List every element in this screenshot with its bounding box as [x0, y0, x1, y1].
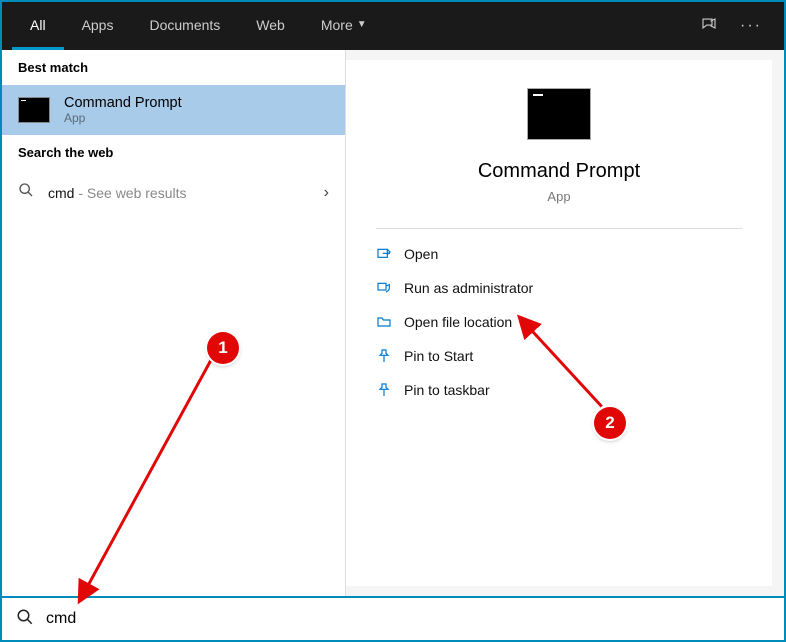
preview-title: Command Prompt — [478, 160, 640, 183]
search-web-header: Search the web — [2, 135, 345, 170]
action-label: Open file location — [404, 314, 512, 330]
cmd-prompt-icon — [527, 88, 591, 140]
search-icon — [18, 182, 36, 203]
options-icon[interactable]: ··· — [740, 17, 762, 35]
tab-documents[interactable]: Documents — [131, 2, 238, 50]
search-input[interactable] — [46, 610, 770, 628]
action-label: Open — [404, 246, 438, 262]
chevron-right-icon: › — [324, 184, 329, 202]
action-pin-to-start[interactable]: Pin to Start — [376, 339, 742, 373]
preview-subtitle: App — [547, 189, 570, 204]
preview-pane: Command Prompt App Open Run as administr… — [346, 60, 772, 586]
top-tab-bar: All Apps Documents Web More▼ ··· — [2, 2, 784, 50]
action-run-as-administrator[interactable]: Run as administrator — [376, 271, 742, 305]
web-result-row[interactable]: cmd - See web results › — [2, 170, 345, 215]
web-result-text: cmd - See web results — [48, 185, 324, 201]
pin-icon — [376, 382, 404, 398]
tab-more[interactable]: More▼ — [303, 2, 385, 50]
feedback-icon[interactable] — [700, 16, 718, 37]
pin-icon — [376, 348, 404, 364]
best-match-subtitle: App — [64, 111, 182, 125]
action-label: Run as administrator — [404, 280, 533, 296]
cmd-prompt-icon — [18, 97, 50, 123]
search-icon — [16, 608, 34, 631]
action-open[interactable]: Open — [376, 237, 742, 271]
action-list: Open Run as administrator Open file loca… — [376, 237, 742, 407]
best-match-result[interactable]: Command Prompt App — [2, 85, 345, 135]
results-pane: Best match Command Prompt App Search the… — [2, 50, 346, 596]
chevron-down-icon: ▼ — [357, 19, 367, 30]
action-pin-to-taskbar[interactable]: Pin to taskbar — [376, 373, 742, 407]
tab-apps[interactable]: Apps — [64, 2, 132, 50]
folder-icon — [376, 314, 404, 330]
action-label: Pin to taskbar — [404, 382, 490, 398]
tab-strip: All Apps Documents Web More▼ — [12, 2, 700, 50]
best-match-title: Command Prompt — [64, 95, 182, 111]
action-label: Pin to Start — [404, 348, 473, 364]
tab-web[interactable]: Web — [238, 2, 303, 50]
best-match-header: Best match — [2, 50, 345, 85]
divider — [376, 228, 742, 229]
action-open-file-location[interactable]: Open file location — [376, 305, 742, 339]
open-icon — [376, 246, 404, 262]
shield-admin-icon — [376, 280, 404, 296]
tab-all[interactable]: All — [12, 2, 64, 50]
search-bar[interactable] — [2, 596, 784, 640]
